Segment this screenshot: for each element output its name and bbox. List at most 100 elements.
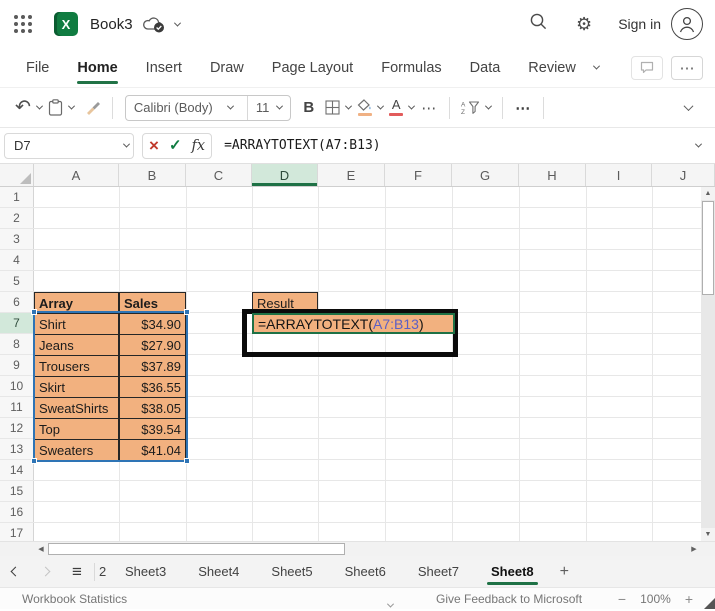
cloud-saved-icon[interactable] (142, 16, 166, 33)
cell-B9[interactable]: $37.89 (119, 355, 186, 377)
sheet-tab-sheet5[interactable]: Sheet5 (255, 556, 328, 587)
feedback-link[interactable]: Give Feedback to Microsoft (436, 592, 582, 606)
font-group-more-icon[interactable]: ⋯ (417, 99, 441, 117)
formula-bar-expand-chevron-icon[interactable] (694, 140, 703, 148)
column-header-F[interactable]: F (385, 164, 452, 186)
comments-button[interactable] (631, 55, 663, 80)
name-box-chevron-icon[interactable] (122, 140, 131, 148)
row-header-10[interactable]: 10 (0, 376, 34, 396)
zoom-out-button[interactable]: − (618, 591, 626, 607)
font-size-select[interactable]: 11 (248, 100, 278, 115)
column-header-H[interactable]: H (519, 164, 586, 186)
cell-A13[interactable]: Sweaters (34, 439, 119, 461)
cell-B13[interactable]: $41.04 (119, 439, 186, 461)
cell-B6[interactable]: Sales (119, 292, 186, 314)
row-header-2[interactable]: 2 (0, 208, 34, 228)
row-header-7[interactable]: 7 (0, 313, 34, 333)
cell-B12[interactable]: $39.54 (119, 418, 186, 440)
column-header-E[interactable]: E (318, 164, 385, 186)
cell-A7[interactable]: Shirt (34, 313, 119, 335)
zoom-in-button[interactable]: + (685, 591, 693, 607)
scroll-up-icon[interactable]: ▲ (701, 187, 715, 200)
row-header-11[interactable]: 11 (0, 397, 34, 417)
select-all-corner[interactable] (0, 164, 34, 186)
row-header-16[interactable]: 16 (0, 502, 34, 522)
cell-A8[interactable]: Jeans (34, 334, 119, 356)
toolbar-overflow-icon[interactable]: ⋯ (511, 99, 535, 117)
sheet-tab-sheet4[interactable]: Sheet4 (182, 556, 255, 587)
cell-B8[interactable]: $27.90 (119, 334, 186, 356)
app-launcher-icon[interactable] (14, 15, 32, 33)
undo-icon[interactable]: ↶ (12, 94, 34, 122)
cell-A9[interactable]: Trousers (34, 355, 119, 377)
row-header-3[interactable]: 3 (0, 229, 34, 249)
row-header-5[interactable]: 5 (0, 271, 34, 291)
row-header-15[interactable]: 15 (0, 481, 34, 501)
undo-dropdown-chevron-icon[interactable] (34, 94, 45, 122)
cell-A6[interactable]: Array (34, 292, 119, 314)
font-color-dropdown-chevron-icon[interactable] (406, 94, 417, 122)
add-sheet-button[interactable]: + (550, 563, 579, 581)
scroll-left-icon[interactable]: ◀ (34, 542, 48, 556)
next-sheet-icon[interactable] (30, 566, 60, 577)
sign-in-button[interactable]: Sign in (618, 16, 661, 32)
sheet-body[interactable]: 1 2 3 4 5 6 7 8 9 10 11 12 13 14 15 16 17 =ARRAYTOTEXT(A… (0, 187, 715, 541)
column-header-D[interactable]: D (252, 164, 318, 186)
sheet-tab-sheet3[interactable]: Sheet3 (109, 556, 182, 587)
account-avatar[interactable] (671, 8, 703, 40)
zoom-level[interactable]: 100% (640, 592, 671, 606)
sheet-tab-partial[interactable]: 2 (95, 564, 109, 579)
cell-A11[interactable]: SweatShirts (34, 397, 119, 419)
column-header-B[interactable]: B (119, 164, 186, 186)
scroll-down-icon[interactable]: ▼ (701, 528, 715, 541)
cell-B11[interactable]: $38.05 (119, 397, 186, 419)
search-icon[interactable] (529, 12, 548, 36)
settings-gear-icon[interactable]: ⚙ (576, 14, 592, 35)
cell-A10[interactable]: Skirt (34, 376, 119, 398)
name-box[interactable]: D7 (4, 132, 134, 159)
cell-B10[interactable]: $36.55 (119, 376, 186, 398)
row-header-1[interactable]: 1 (0, 187, 34, 207)
ribbon-more-tabs-chevron-icon[interactable] (592, 62, 600, 70)
sheet-tab-sheet8[interactable]: Sheet8 (475, 556, 550, 587)
insert-function-icon[interactable]: fx (192, 138, 206, 154)
menu-review[interactable]: Review (518, 54, 586, 82)
row-header-9[interactable]: 9 (0, 355, 34, 375)
previous-sheet-icon[interactable] (0, 566, 30, 577)
paste-dropdown-chevron-icon[interactable] (66, 94, 77, 122)
name-box-value[interactable]: D7 (5, 138, 124, 153)
scroll-right-icon[interactable]: ▶ (687, 542, 701, 556)
menu-insert[interactable]: Insert (136, 54, 192, 82)
column-header-J[interactable]: J (652, 164, 715, 186)
sheet-tab-sheet7[interactable]: Sheet7 (402, 556, 475, 587)
cell-B7[interactable]: $34.90 (119, 313, 186, 335)
ribbon-collapse-chevron-icon[interactable] (682, 94, 695, 122)
column-header-G[interactable]: G (452, 164, 519, 186)
ribbon-overflow-button[interactable]: ⋯ (671, 55, 703, 80)
horizontal-scrollbar[interactable]: ◀ ▶ (0, 541, 715, 556)
paste-clipboard-icon[interactable] (45, 94, 66, 122)
horizontal-scroll-thumb[interactable] (48, 543, 345, 555)
editing-cell-D7[interactable]: =ARRAYTOTEXT(A7:B13) (252, 313, 455, 334)
column-header-C[interactable]: C (186, 164, 252, 186)
sort-filter-icon[interactable]: A Z (458, 94, 483, 122)
column-header-I[interactable]: I (586, 164, 652, 186)
font-name-chevron-icon[interactable] (226, 102, 234, 110)
column-header-A[interactable]: A (34, 164, 119, 186)
row-header-6[interactable]: 6 (0, 292, 34, 312)
formula-input[interactable]: =ARRAYTOTEXT(A7:B13) (224, 138, 696, 153)
font-name-select[interactable]: Calibri (Body) (126, 100, 228, 115)
menu-formulas[interactable]: Formulas (371, 54, 451, 82)
document-title[interactable]: Book3 (90, 16, 133, 33)
menu-draw[interactable]: Draw (200, 54, 254, 82)
cancel-formula-icon[interactable]: × (149, 137, 159, 154)
bold-button[interactable]: B (295, 99, 322, 116)
menu-data[interactable]: Data (460, 54, 511, 82)
font-size-chevron-icon[interactable] (276, 102, 284, 110)
fill-color-icon[interactable] (354, 94, 375, 122)
vertical-scrollbar[interactable]: ▲ ▼ (701, 187, 715, 541)
row-header-17[interactable]: 17 (0, 523, 34, 541)
workbook-statistics-button[interactable]: Workbook Statistics (22, 592, 127, 606)
row-header-13[interactable]: 13 (0, 439, 34, 459)
cell-A12[interactable]: Top (34, 418, 119, 440)
